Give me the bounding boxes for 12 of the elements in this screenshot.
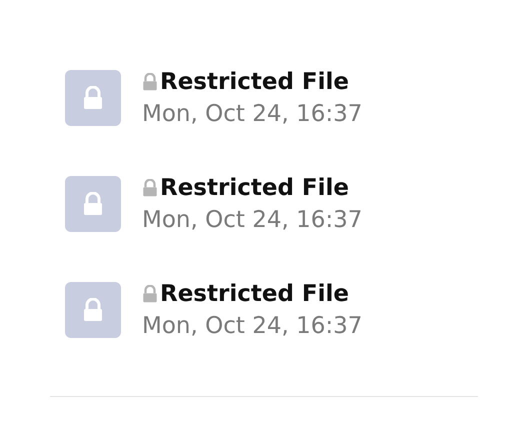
- lock-icon: [142, 285, 158, 303]
- lock-icon: [142, 73, 158, 91]
- file-title: Restricted File: [160, 280, 349, 308]
- file-date: Mon, Oct 24, 16:37: [142, 100, 362, 128]
- lock-icon: [142, 179, 158, 197]
- lock-icon: [83, 192, 103, 216]
- lock-icon: [83, 86, 103, 110]
- lock-icon: [83, 298, 103, 322]
- file-date: Mon, Oct 24, 16:37: [142, 206, 362, 234]
- file-title: Restricted File: [160, 68, 349, 96]
- file-title: Restricted File: [160, 174, 349, 202]
- file-date: Mon, Oct 24, 16:37: [142, 312, 362, 340]
